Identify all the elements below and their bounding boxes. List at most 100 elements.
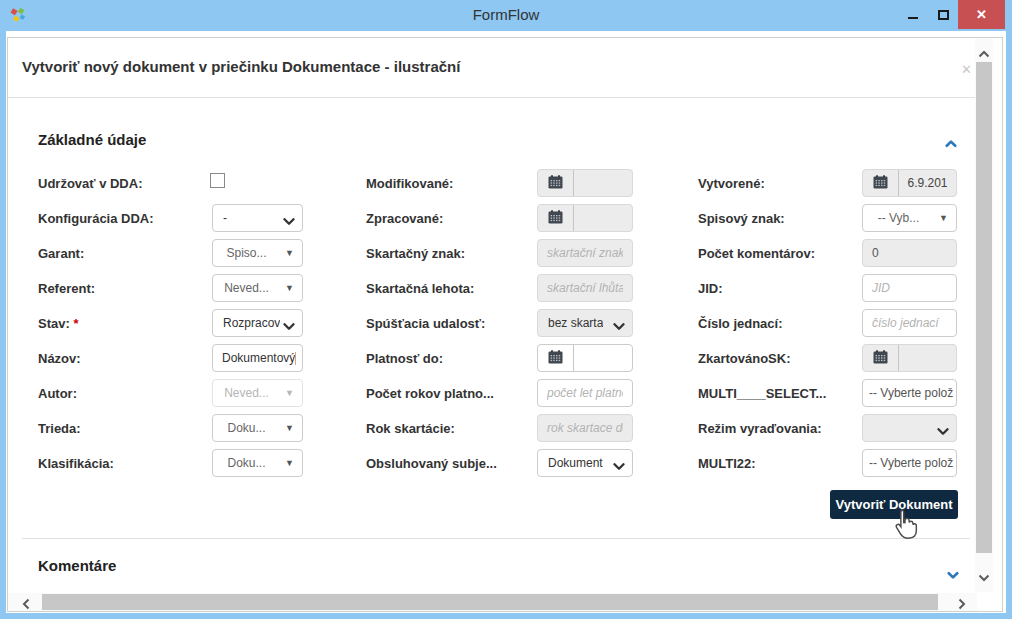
modifikovane-datepicker[interactable] <box>537 169 633 197</box>
multi-select-multiselect[interactable]: -- Vyberte polož <box>862 379 957 407</box>
calendar-button[interactable] <box>538 345 574 371</box>
spustacia-udalost-label: Spúšťacia udalosť: <box>366 306 485 341</box>
platnost-do-label-text: Platnosť do: <box>366 351 443 366</box>
skartacna-lehota-input[interactable] <box>537 274 633 302</box>
zkartovano-sk-label-text: ZkartovánoSK: <box>698 351 790 366</box>
expand-section-icon[interactable] <box>947 566 959 575</box>
pocet-komentarov-label-text: Počet komentárov: <box>698 246 815 261</box>
rezim-vyradovania-label-text: Režim vyraďovania: <box>698 421 822 436</box>
vytvorene-datepicker[interactable]: 6.9.201 <box>862 169 957 197</box>
spisovy-znak-dropdown[interactable]: -- Vyb...▼ <box>862 204 957 232</box>
klasifikacia-label: Klasifikácia: <box>38 446 114 481</box>
nazov-input[interactable]: Dokumentový <box>212 344 303 372</box>
obsluhovany-subjekt-label-text: Obsluhovaný subje... <box>366 456 497 471</box>
chevron-down-icon <box>937 425 949 439</box>
konfiguracia-dda-select[interactable]: - <box>212 204 303 232</box>
trieda-dropdown[interactable]: Doku...▼ <box>212 414 303 442</box>
stav-value: Rozpracov <box>223 310 280 336</box>
horizontal-scrollbar-thumb[interactable] <box>42 594 938 610</box>
klasifikacia-label-text: Klasifikácia: <box>38 456 114 471</box>
form-row-vytvorene: Vytvorené: 6.9.201 <box>698 166 988 201</box>
calendar-button[interactable] <box>863 170 899 196</box>
jid-label-text: JID: <box>698 281 723 296</box>
cislo-jednaci-input[interactable] <box>862 309 957 337</box>
text-caret <box>295 352 296 365</box>
autor-label: Autor: <box>38 376 77 411</box>
zpracovane-date-value[interactable] <box>574 205 632 231</box>
spisovy-znak-label: Spisový znak: <box>698 201 785 236</box>
window-title: FormFlow <box>0 0 1012 31</box>
form-row-platnost-do: Platnosť do: <box>366 341 666 376</box>
calendar-button[interactable] <box>538 170 574 196</box>
vytvorene-date-value[interactable]: 6.9.201 <box>899 170 956 196</box>
klasifikacia-dropdown[interactable]: Doku...▼ <box>212 449 303 477</box>
multi-select-label: MULTI____SELECT... <box>698 376 826 411</box>
udrzovat-v-dda-label-text: Udržovať v DDA: <box>38 176 142 191</box>
obsluhovany-subjekt-value: Dokument <box>548 450 603 476</box>
calendar-button[interactable] <box>538 205 574 231</box>
pocet-rokov-platnosti-label-text: Počet rokov platno... <box>366 386 494 401</box>
form-row-garant: Garant:Spiso...▼ <box>38 236 338 271</box>
calendar-icon <box>548 210 563 227</box>
autor-dropdown[interactable]: Neved...▼ <box>212 379 303 407</box>
referent-value: Neved... <box>213 275 280 301</box>
spisovy-znak-label-text: Spisový znak: <box>698 211 785 226</box>
zpracovane-datepicker[interactable] <box>537 204 633 232</box>
form-row-zpracovane: Zpracované: <box>366 201 666 236</box>
obsluhovany-subjekt-select[interactable]: Dokument <box>537 449 633 477</box>
multi22-label: MULTI22: <box>698 446 756 481</box>
pocet-komentarov-input[interactable] <box>862 239 957 267</box>
obsluhovany-subjekt-label: Obsluhovaný subje... <box>366 446 497 481</box>
horizontal-scrollbar[interactable] <box>8 593 977 611</box>
required-asterisk: * <box>70 316 79 331</box>
udrzovat-v-dda-label: Udržovať v DDA: <box>38 166 142 201</box>
zkartovano-sk-label: ZkartovánoSK: <box>698 341 790 376</box>
spisovy-znak-value: -- Vyb... <box>863 205 934 231</box>
platnost-do-datepicker[interactable] <box>537 344 633 372</box>
multi22-multiselect[interactable]: -- Vyberte polož <box>862 449 957 477</box>
scroll-down-icon[interactable] <box>978 568 990 586</box>
pocet-rokov-platnosti-input[interactable] <box>537 379 633 407</box>
calendar-button[interactable] <box>863 345 899 371</box>
multi-select-label-text: MULTI____SELECT... <box>698 386 826 401</box>
scroll-right-icon[interactable] <box>958 596 966 614</box>
scroll-left-icon[interactable] <box>22 596 30 614</box>
pocet-komentarov-label: Počet komentárov: <box>698 236 815 271</box>
scroll-up-icon[interactable] <box>978 44 990 62</box>
dialog-title: Vytvoriť nový dokument v priečinku Dokum… <box>22 58 460 75</box>
rok-skartacie-input[interactable] <box>537 414 633 442</box>
skartacny-znak-input[interactable] <box>537 239 633 267</box>
referent-dropdown[interactable]: Neved...▼ <box>212 274 303 302</box>
klasifikacia-value: Doku... <box>213 450 280 476</box>
maximize-button[interactable] <box>928 0 958 29</box>
stav-label: Stav: * <box>38 306 78 341</box>
collapse-section-icon[interactable] <box>945 134 957 143</box>
zkartovano-sk-date-value[interactable] <box>899 345 956 371</box>
vertical-scrollbar[interactable] <box>975 38 993 592</box>
form-row-skartacna-lehota: Skartačná lehota: <box>366 271 666 306</box>
udrzovat-v-dda-checkbox[interactable] <box>210 173 225 188</box>
close-icon: ✕ <box>976 7 987 22</box>
close-button[interactable]: ✕ <box>958 0 1005 29</box>
jid-input[interactable] <box>862 274 957 302</box>
spustacia-udalost-select[interactable]: bez skarta <box>537 309 633 337</box>
chevron-down-icon <box>613 460 625 474</box>
stav-select[interactable]: Rozpracov <box>212 309 303 337</box>
section-basic-title: Základné údaje <box>38 131 146 148</box>
rezim-vyradovania-select[interactable] <box>862 414 957 442</box>
minimize-button[interactable] <box>898 0 928 29</box>
referent-label: Referent: <box>38 271 95 306</box>
platnost-do-date-value[interactable] <box>574 345 632 371</box>
vytvorene-label: Vytvorené: <box>698 166 765 201</box>
autor-label-text: Autor: <box>38 386 77 401</box>
garant-dropdown[interactable]: Spiso...▼ <box>212 239 303 267</box>
zkartovano-sk-datepicker[interactable] <box>862 344 957 372</box>
cislo-jednaci-label-text: Číslo jednací: <box>698 316 783 331</box>
dialog-close-icon[interactable]: ✕ <box>961 63 972 76</box>
chevron-down-icon <box>613 320 625 334</box>
modifikovane-date-value[interactable] <box>574 170 632 196</box>
form-row-rezim-vyradovania: Režim vyraďovania: <box>698 411 988 446</box>
vertical-scrollbar-thumb[interactable] <box>976 62 992 553</box>
jid-label: JID: <box>698 271 723 306</box>
form-row-trieda: Trieda:Doku...▼ <box>38 411 338 446</box>
